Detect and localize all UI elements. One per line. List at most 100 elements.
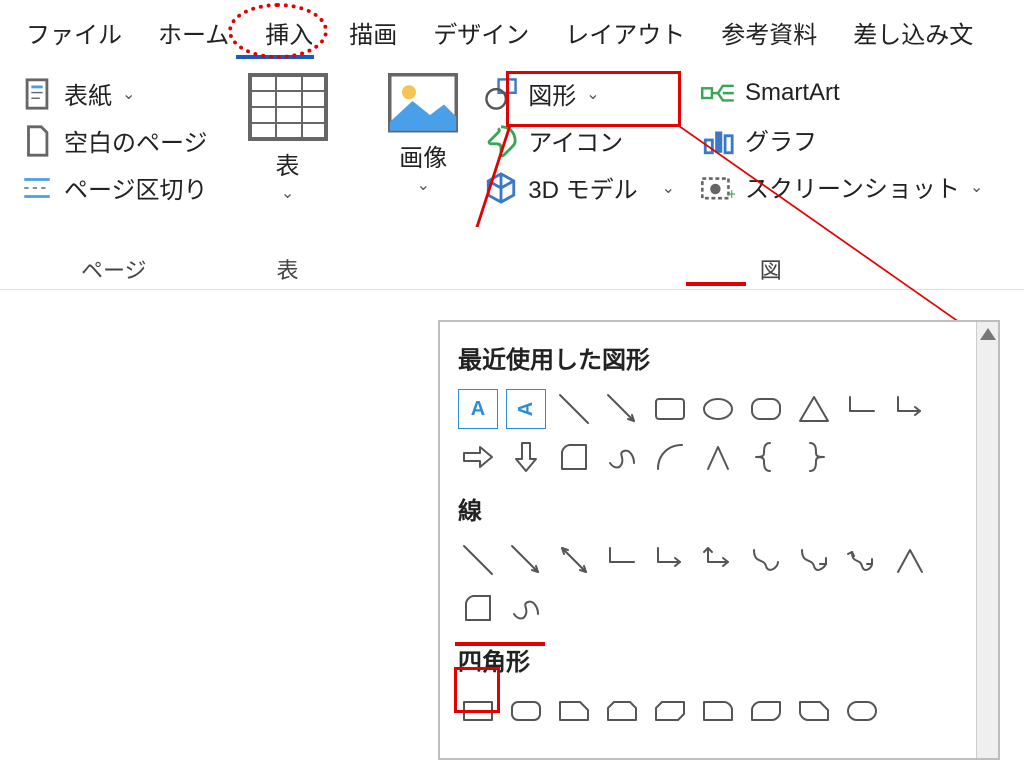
tab-layout[interactable]: レイアウト [547,5,703,60]
rects-title-highlight [455,642,545,646]
chevron-down-icon: ⌄ [281,183,294,203]
3d-models-label: 3D モデル [528,170,637,205]
blank-page-label: 空白のページ [64,123,208,158]
tab-home[interactable]: ホーム [140,5,247,60]
shape-oval[interactable] [698,389,738,429]
chevron-down-icon: ⌄ [417,175,430,195]
shape-freeform-rect[interactable] [458,588,498,628]
shape-rect-snip-diag[interactable] [650,691,690,731]
shape-rect-snip1[interactable] [554,691,594,731]
camera-icon: + [701,170,735,204]
group-pages: 表紙 ⌄ 空白のページ ページ区切り ページ [0,64,228,289]
group-tables: 表 ⌄ 表 [228,64,348,289]
smartart-label: SmartArt [745,79,840,107]
chart-icon [701,123,735,157]
group-pages-label: ページ [81,253,147,285]
page-break-label: ページ区切り [64,170,208,205]
category-recent: 最近使用した図形 [458,340,964,375]
shape-rect-snip-round[interactable] [794,691,834,731]
table-button[interactable]: 表 ⌄ [248,70,328,203]
shape-arrow-line[interactable] [602,389,642,429]
page-break-icon [20,171,54,205]
shape-l-connector[interactable] [842,389,882,429]
shape-left-brace[interactable] [746,437,786,477]
shape-scribble[interactable] [602,437,642,477]
chevron-down-icon: ⌄ [586,84,599,104]
shape-freeform[interactable] [506,588,546,628]
tab-references[interactable]: 参考資料 [703,5,835,60]
shape-rect-round2[interactable] [746,691,786,731]
shape-caret[interactable] [698,437,738,477]
active-tab-underline [236,55,314,59]
shape-line[interactable] [458,540,498,580]
tab-design[interactable]: デザイン [415,5,547,60]
3d-models-button[interactable]: 3D モデル ⌄ [484,170,675,205]
smartart-icon [701,76,735,110]
shape-rectangle[interactable] [650,389,690,429]
blank-page-button[interactable]: 空白のページ [20,123,208,158]
shape-curve[interactable] [746,540,786,580]
shape-elbow-arrow[interactable] [650,540,690,580]
svg-text:+: + [727,187,735,201]
table-label: 表 [276,146,300,181]
shape-textbox-v[interactable]: A [506,389,546,429]
shape-curve-arrow[interactable] [794,540,834,580]
group-illustrations-label: 図 [760,253,782,285]
shapes-label: 図形 [528,76,576,111]
rect-shape-highlight [454,667,500,713]
shapes-button[interactable]: 図形 ⌄ [484,76,675,111]
table-icon [248,70,328,144]
shape-arc-line[interactable] [890,540,930,580]
shape-l-connector-arrow[interactable] [890,389,930,429]
shape-elbow-double[interactable] [698,540,738,580]
shape-elbow[interactable] [602,540,642,580]
shapes-icon [484,77,518,111]
chart-label: グラフ [745,122,817,157]
screenshot-label: スクリーンショット [745,169,960,204]
group-illustrations: 画像 ⌄ 図形 ⌄ アイコン [348,64,1024,289]
chart-button[interactable]: グラフ [701,122,983,157]
shape-line-double-arrow[interactable] [554,540,594,580]
shape-line-arrow[interactable] [506,540,546,580]
blank-page-icon [20,124,54,158]
icons-label: アイコン [528,123,623,158]
tab-file[interactable]: ファイル [8,5,140,60]
shape-right-brace[interactable] [794,437,834,477]
dropdown-scrollbar[interactable] [976,322,998,758]
cover-page-button[interactable]: 表紙 ⌄ [20,76,208,111]
chevron-down-icon: ⌄ [662,178,675,198]
shape-textbox-h[interactable]: A [458,389,498,429]
shape-curve-double[interactable] [842,540,882,580]
category-rects: 四角形 [458,642,964,677]
shape-arrow-down[interactable] [506,437,546,477]
tab-insert[interactable]: 挿入 [247,5,331,60]
cover-page-icon [20,77,54,111]
smartart-button[interactable]: SmartArt [701,76,983,110]
cube-icon [484,171,518,205]
scroll-up-arrow-icon [980,328,996,340]
page-break-button[interactable]: ページ区切り [20,170,208,205]
chevron-down-icon: ⌄ [970,177,983,197]
category-lines: 線 [458,491,964,526]
shape-rect-snip2[interactable] [602,691,642,731]
shape-rounded-rect[interactable] [746,389,786,429]
shape-corner-rect[interactable] [554,437,594,477]
sticker-icon [484,124,518,158]
pictures-label: 画像 [399,138,447,173]
pictures-button[interactable]: 画像 ⌄ [388,70,458,195]
screenshot-button[interactable]: + スクリーンショット ⌄ [701,169,983,204]
shape-rect-round1[interactable] [698,691,738,731]
icons-button[interactable]: アイコン [484,123,675,158]
shape-triangle[interactable] [794,389,834,429]
shape-arc[interactable] [650,437,690,477]
shapes-dropdown: 最近使用した図形 A A 線 [438,320,1000,760]
ribbon: 表紙 ⌄ 空白のページ ページ区切り ページ [0,64,1024,290]
picture-icon [388,70,458,136]
shape-line[interactable] [554,389,594,429]
tab-draw[interactable]: 描画 [331,5,415,60]
cover-page-label: 表紙 [64,76,112,111]
shape-rect-round[interactable] [506,691,546,731]
shape-rect-all-round[interactable] [842,691,882,731]
tab-mailings[interactable]: 差し込み文 [835,5,991,60]
shape-arrow-right[interactable] [458,437,498,477]
